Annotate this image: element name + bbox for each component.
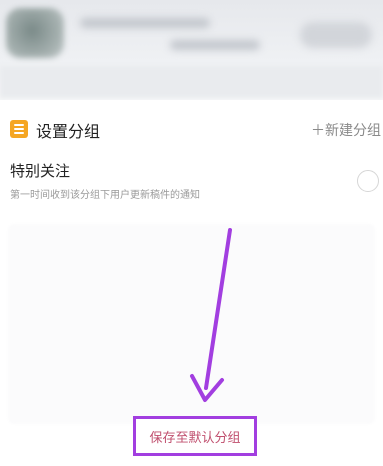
blurred-text xyxy=(80,18,210,28)
blurred-band xyxy=(0,66,383,98)
special-follow-radio[interactable] xyxy=(357,170,379,192)
avatar xyxy=(6,8,64,58)
blurred-header xyxy=(0,0,383,100)
group-list-area xyxy=(8,224,375,424)
special-follow-title: 特别关注 xyxy=(10,162,71,180)
save-button-label: 保存至默认分组 xyxy=(149,430,241,446)
group-title: 设置分组 xyxy=(36,122,101,141)
list-icon xyxy=(10,120,28,138)
save-to-default-group-button[interactable]: 保存至默认分组 xyxy=(133,416,257,456)
group-header-row: 设置分组 ＋新建分组 xyxy=(0,116,383,146)
blurred-button xyxy=(300,22,372,48)
group-settings-panel: 设置分组 ＋新建分组 特别关注 第一时间收到该分组下用户更新稿件的通知 xyxy=(0,100,383,466)
special-follow-description: 第一时间收到该分组下用户更新稿件的通知 xyxy=(10,190,200,201)
new-group-button[interactable]: ＋新建分组 xyxy=(311,120,381,140)
blurred-text xyxy=(170,40,260,50)
